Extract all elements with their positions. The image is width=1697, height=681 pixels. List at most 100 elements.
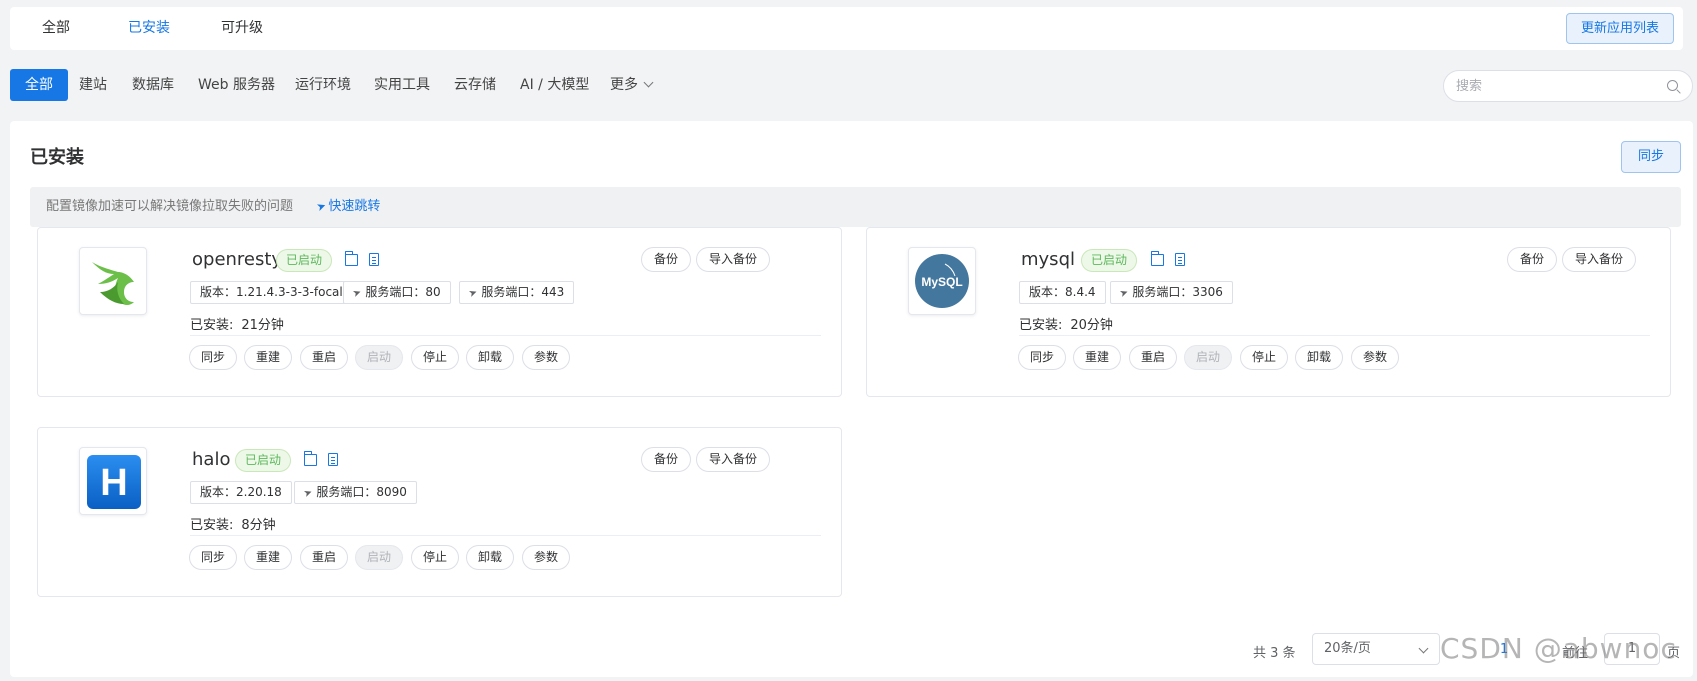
port-tag[interactable]: ➤ 服务端口：80: [343, 281, 451, 304]
divider: [190, 535, 821, 536]
total-count: 共 3 条: [1253, 646, 1296, 661]
category-tools[interactable]: 实用工具: [374, 69, 430, 101]
params-button[interactable]: 参数: [522, 345, 571, 370]
folder-icon[interactable]: [1151, 251, 1164, 266]
navigation-icon: ➤: [467, 286, 480, 301]
navigation-icon: ➤: [302, 486, 315, 501]
category-cloud-storage[interactable]: 云存储: [454, 69, 496, 101]
rebuild-button[interactable]: 重建: [244, 545, 293, 570]
restart-button[interactable]: 重启: [300, 345, 349, 370]
app-card-mysql: MySQL mysql 已启动 备份 导入备份 版本：8.4.4 ➤ 服务端口：3…: [866, 227, 1671, 397]
params-button[interactable]: 参数: [522, 545, 571, 570]
import-backup-button[interactable]: 导入备份: [696, 447, 771, 472]
restart-button[interactable]: 重启: [1129, 345, 1178, 370]
installed-panel: 已安装 同步 配置镜像加速可以解决镜像拉取失败的问题 ➤快速跳转 openres…: [10, 121, 1693, 677]
tab-installed[interactable]: 已安装: [128, 7, 170, 50]
start-button[interactable]: 启动: [355, 545, 404, 570]
version-tag: 版本：8.4.4: [1019, 281, 1106, 304]
category-web-server[interactable]: Web 服务器: [198, 69, 275, 101]
category-bar: 全部 建站 数据库 Web 服务器 运行环境 实用工具 云存储 AI / 大模型…: [10, 69, 1693, 103]
port-tag[interactable]: ➤ 服务端口：3306: [1110, 281, 1233, 304]
divider: [1019, 335, 1650, 336]
stop-button[interactable]: 停止: [411, 345, 460, 370]
openresty-logo: [79, 247, 147, 315]
watermark: CSDN @abwnoc: [1440, 632, 1677, 665]
import-backup-button[interactable]: 导入备份: [696, 247, 771, 272]
port-label: 服务端口：443: [481, 285, 565, 299]
start-button[interactable]: 启动: [1184, 345, 1233, 370]
document-icon[interactable]: [328, 453, 338, 466]
status-badge: 已启动: [276, 249, 333, 272]
status-badge: 已启动: [1081, 249, 1138, 272]
installed-value: 21分钟: [241, 318, 284, 333]
status-badge: 已启动: [235, 449, 292, 472]
import-backup-button[interactable]: 导入备份: [1562, 247, 1637, 272]
page-title: 已安装: [30, 147, 84, 168]
chevron-down-icon: [643, 77, 654, 88]
rebuild-button[interactable]: 重建: [244, 345, 293, 370]
mysql-logo: MySQL: [908, 247, 976, 315]
installed-time: 已安装: 21分钟: [190, 314, 284, 333]
category-database[interactable]: 数据库: [132, 69, 174, 101]
app-card-halo: H halo 已启动 备份 导入备份 版本：2.20.18 ➤ 服务端口：8090…: [37, 427, 842, 597]
page-size-value: 20条/页: [1324, 641, 1371, 656]
uninstall-button[interactable]: 卸载: [466, 545, 515, 570]
top-tab-bar: 全部 已安装 可升级 更新应用列表: [10, 7, 1683, 50]
update-app-list-button[interactable]: 更新应用列表: [1565, 13, 1674, 44]
folder-icon[interactable]: [345, 251, 358, 266]
start-button[interactable]: 启动: [355, 345, 404, 370]
tab-all[interactable]: 全部: [42, 7, 70, 50]
installed-value: 8分钟: [241, 518, 276, 533]
stop-button[interactable]: 停止: [411, 545, 460, 570]
port-tag[interactable]: ➤ 服务端口：8090: [294, 481, 417, 504]
notice-text: 配置镜像加速可以解决镜像拉取失败的问题: [46, 199, 294, 214]
port-label: 服务端口：80: [365, 285, 441, 299]
app-card-openresty: openresty 已启动 备份 导入备份 版本：1.21.4.3-3-3-fo…: [37, 227, 842, 397]
document-icon[interactable]: [1175, 253, 1185, 266]
divider: [190, 335, 821, 336]
app-name: mysql: [1021, 249, 1075, 270]
rebuild-button[interactable]: 重建: [1073, 345, 1122, 370]
document-icon[interactable]: [369, 253, 379, 266]
port-label: 服务端口：3306: [1132, 285, 1223, 299]
uninstall-button[interactable]: 卸载: [466, 345, 515, 370]
sync-button[interactable]: 同步: [1621, 141, 1681, 173]
search-icon[interactable]: [1667, 80, 1678, 91]
mirror-notice: 配置镜像加速可以解决镜像拉取失败的问题 ➤快速跳转: [30, 187, 1681, 227]
quick-jump-link[interactable]: ➤快速跳转: [315, 199, 380, 214]
category-website[interactable]: 建站: [79, 69, 107, 101]
uninstall-button[interactable]: 卸载: [1295, 345, 1344, 370]
tab-upgradable[interactable]: 可升级: [221, 7, 263, 50]
installed-value: 20分钟: [1070, 318, 1113, 333]
folder-icon[interactable]: [304, 451, 317, 466]
navigation-icon: ➤: [1118, 286, 1131, 301]
category-all[interactable]: 全部: [10, 69, 68, 101]
category-more-label: 更多: [610, 77, 638, 93]
chevron-down-icon: [1418, 643, 1429, 654]
installed-label: 已安装:: [190, 518, 234, 533]
category-ai-model[interactable]: AI / 大模型: [520, 69, 589, 101]
params-button[interactable]: 参数: [1351, 345, 1400, 370]
installed-time: 已安装: 8分钟: [190, 514, 276, 533]
stop-button[interactable]: 停止: [1240, 345, 1289, 370]
backup-button[interactable]: 备份: [641, 247, 692, 272]
halo-logo-text: H: [100, 462, 127, 504]
version-tag: 版本：2.20.18: [190, 481, 292, 504]
restart-button[interactable]: 重启: [300, 545, 349, 570]
page-size-select[interactable]: 20条/页: [1312, 633, 1440, 665]
category-more[interactable]: 更多: [610, 69, 654, 101]
backup-button[interactable]: 备份: [1507, 247, 1558, 272]
installed-label: 已安装:: [190, 318, 234, 333]
port-label: 服务端口：8090: [316, 485, 407, 499]
version-tag: 版本：1.21.4.3-3-3-focal: [190, 281, 353, 304]
sync-action-button[interactable]: 同步: [1018, 345, 1067, 370]
sync-action-button[interactable]: 同步: [189, 345, 238, 370]
search-box: [1443, 70, 1693, 102]
port-tag[interactable]: ➤ 服务端口：443: [459, 281, 575, 304]
mysql-logo-text: MySQL: [921, 275, 962, 289]
search-input[interactable]: [1456, 71, 1656, 101]
category-runtime[interactable]: 运行环境: [295, 69, 351, 101]
backup-button[interactable]: 备份: [641, 447, 692, 472]
sync-action-button[interactable]: 同步: [189, 545, 238, 570]
app-name: openresty: [192, 249, 283, 270]
